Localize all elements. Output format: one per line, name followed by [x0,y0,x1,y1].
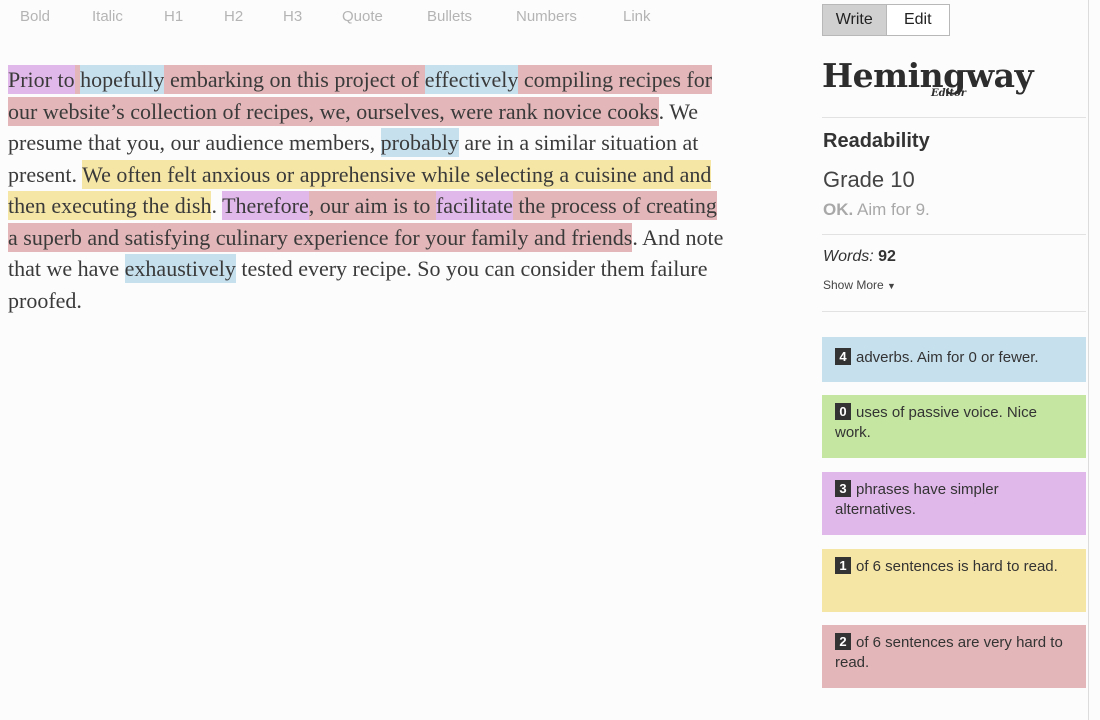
grade-status: OK. [823,200,854,219]
simpler-phrases-card: 3 phrases have simpler alternatives. [822,472,1086,535]
formatting-toolbar: Bold Italic H1 H2 H3 Quote Bullets Numbe… [0,0,740,34]
highlight-purple: Prior to [8,65,75,94]
highlight-blue: hopefully [80,65,165,94]
edit-mode-button[interactable]: Edit [885,5,949,35]
phrases-text: phrases have simpler alternatives. [835,481,999,518]
word-count: Words: 92 [823,248,896,266]
show-more-label: Show More [823,278,884,292]
bold-button[interactable]: Bold [20,8,50,25]
divider [822,117,1086,118]
divider [822,234,1086,235]
highlight-blue: effectively [424,65,519,94]
mode-toggle: Write Edit [822,4,950,36]
highlight-red: , our aim is to [308,191,436,220]
very-hard-count: 2 [835,633,851,650]
highlight-purple: facilitate [435,191,513,220]
very-hard-text: of 6 sentences are very hard to read. [835,634,1063,671]
words-value: 92 [878,248,896,265]
hemingway-logo: Hemingway [822,56,1034,95]
phrases-count: 3 [835,480,851,497]
hard-count: 1 [835,557,851,574]
hard-sentences-card: 1 of 6 sentences is hard to read. [822,549,1086,612]
h1-button[interactable]: H1 [164,8,183,25]
passive-voice-card: 0 uses of passive voice. Nice work. [822,395,1086,458]
italic-button[interactable]: Italic [92,8,123,25]
link-button[interactable]: Link [623,8,651,25]
quote-button[interactable]: Quote [342,8,383,25]
highlight-blue: exhaustively [124,254,236,283]
editor-text-area[interactable]: Prior to hopefully embarking on this pro… [8,64,728,316]
highlight-red: embarking on this project of [164,65,425,94]
passive-text: uses of passive voice. Nice work. [835,404,1037,441]
numbers-button[interactable]: Numbers [516,8,577,25]
adverbs-count: 4 [835,348,851,365]
logo-subtitle: Editor [931,88,966,99]
readability-heading: Readability [823,130,930,152]
caret-down-icon: ▼ [887,281,896,291]
adverbs-text: adverbs. Aim for 0 or fewer. [856,349,1039,366]
words-label: Words: [823,248,874,265]
bullets-button[interactable]: Bullets [427,8,472,25]
hard-text: of 6 sentences is hard to read. [856,558,1058,575]
very-hard-sentences-card: 2 of 6 sentences are very hard to read. [822,625,1086,688]
grade-note: OK. Aim for 9. [823,200,930,220]
grade-aim: Aim for 9. [857,200,930,219]
highlight-blue: probably [380,128,459,157]
h3-button[interactable]: H3 [283,8,302,25]
sidebar-edge [1088,0,1089,720]
editor-text: . [211,193,223,218]
grade-level: Grade 10 [823,167,915,192]
h2-button[interactable]: H2 [224,8,243,25]
adverbs-card: 4 adverbs. Aim for 0 or fewer. [822,337,1086,382]
show-more-toggle[interactable]: Show More ▼ [823,278,896,292]
highlight-purple: Therefore [222,191,309,220]
write-mode-button[interactable]: Write [823,5,886,35]
divider [822,311,1086,312]
passive-count: 0 [835,403,851,420]
